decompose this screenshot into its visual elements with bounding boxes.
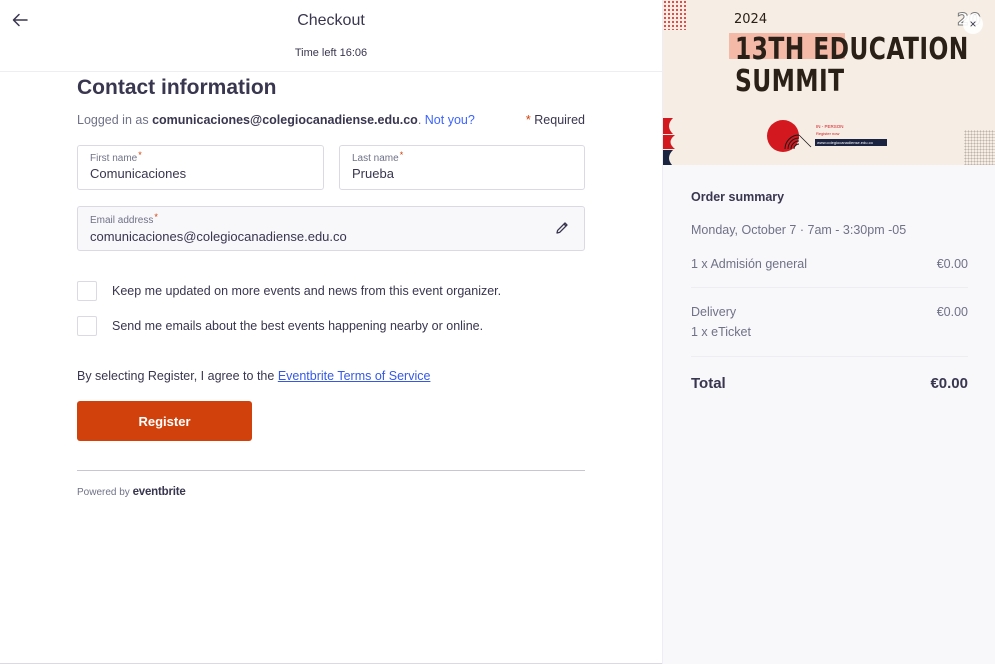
delivery-detail: 1 x eTicket <box>691 325 968 339</box>
logged-in-prefix: Logged in as <box>77 113 153 127</box>
last-name-field[interactable]: Last name* Prueba <box>339 145 585 190</box>
banner-in-person: IN - PERSON <box>816 124 844 129</box>
page-title: Checkout <box>297 12 365 29</box>
register-button[interactable]: Register <box>77 401 252 441</box>
eventbrite-logo: eventbrite <box>132 486 186 498</box>
checkout-main-pane: Checkout Time left 16:06 Contact informa… <box>0 0 662 664</box>
total-row: Total €0.00 <box>691 375 968 392</box>
footer-divider <box>77 470 585 471</box>
required-star: * <box>138 150 142 160</box>
required-star: * <box>399 150 404 160</box>
email-value: comunicaciones@colegiocanadiense.edu.co <box>90 229 347 244</box>
decorative-dot-grid <box>663 0 687 30</box>
banner-title-line2: SUMMIT <box>735 64 845 99</box>
total-label: Total <box>691 375 726 392</box>
ticket-price: €0.00 <box>936 257 968 271</box>
delivery-label: Delivery <box>691 305 737 319</box>
event-banner-image: 2024 13TH EDUCATION SUMMIT IN - PERSON R… <box>663 0 995 165</box>
first-name-label-text: First name <box>90 153 138 164</box>
checkout-header: Checkout Time left 16:06 <box>0 0 662 72</box>
event-date: Monday, October 7 · 7am - 3:30pm -05 <box>691 223 907 237</box>
ticket-label: 1 x Admisión general <box>691 257 808 271</box>
last-name-label: Last name* <box>352 150 404 164</box>
time-left-timer: Time left 16:06 <box>294 47 368 59</box>
powered-by: Powered by eventbrite <box>77 486 186 498</box>
banner-url: www.colegiocanadiense.edu.co <box>815 139 887 146</box>
decorative-shape <box>663 118 675 165</box>
terms-prefix: By selecting Register, I agree to the <box>77 369 278 383</box>
logged-in-suffix: . <box>417 113 425 127</box>
emails-opt-in-label[interactable]: Send me emails about the best events hap… <box>112 319 483 333</box>
last-name-value: Prueba <box>352 166 394 181</box>
contact-information-heading: Contact information <box>77 76 277 99</box>
powered-by-text: Powered by <box>77 487 133 498</box>
summary-divider <box>691 356 968 357</box>
edit-email-button[interactable] <box>554 220 570 236</box>
banner-waves-graphic <box>784 134 812 150</box>
not-you-link[interactable]: Not you? <box>425 113 475 127</box>
first-name-field[interactable]: First name* Comunicaciones <box>77 145 324 190</box>
emails-opt-in-checkbox[interactable] <box>77 316 97 336</box>
terms-notice: By selecting Register, I agree to the Ev… <box>77 369 430 383</box>
terms-of-service-link[interactable]: Eventbrite Terms of Service <box>278 369 431 383</box>
summary-divider <box>691 287 968 288</box>
delivery-detail-text: 1 x eTicket <box>691 325 751 339</box>
updates-opt-in-checkbox[interactable] <box>77 281 97 301</box>
updates-opt-in-row: Keep me updated on more events and news … <box>77 281 585 301</box>
ticket-line-item: 1 x Admisión general €0.00 <box>691 257 968 271</box>
banner-year: 2024 <box>734 12 768 27</box>
updates-opt-in-label[interactable]: Keep me updated on more events and news … <box>112 284 501 298</box>
close-button[interactable]: × <box>963 14 983 34</box>
required-note: * Required <box>526 113 585 127</box>
banner-register-now: Register now <box>816 131 840 136</box>
banner-title-line1: 13TH EDUCATION <box>735 32 969 67</box>
email-field: Email address* comunicaciones@colegiocan… <box>77 206 585 251</box>
pencil-icon <box>556 222 568 234</box>
email-label: Email address* <box>90 212 158 226</box>
required-label: Required <box>530 113 585 127</box>
required-star: * <box>154 212 158 222</box>
email-label-text: Email address <box>90 215 154 226</box>
logged-in-row: Logged in as comunicaciones@colegiocanad… <box>77 113 585 127</box>
first-name-value: Comunicaciones <box>90 166 187 181</box>
logged-in-email: comunicaciones@colegiocanadiense.edu.co <box>152 113 418 127</box>
delivery-price: €0.00 <box>936 305 968 319</box>
first-name-label: First name* <box>90 150 142 164</box>
total-price: €0.00 <box>930 375 968 392</box>
delivery-line-item: Delivery €0.00 <box>691 305 968 319</box>
close-icon: × <box>969 17 977 31</box>
decorative-dot-grid <box>964 130 995 165</box>
last-name-label-text: Last name <box>352 153 399 164</box>
emails-opt-in-row: Send me emails about the best events hap… <box>77 316 585 336</box>
order-summary-pane: 2024 13TH EDUCATION SUMMIT IN - PERSON R… <box>662 0 995 664</box>
order-summary-title: Order summary <box>691 190 785 204</box>
